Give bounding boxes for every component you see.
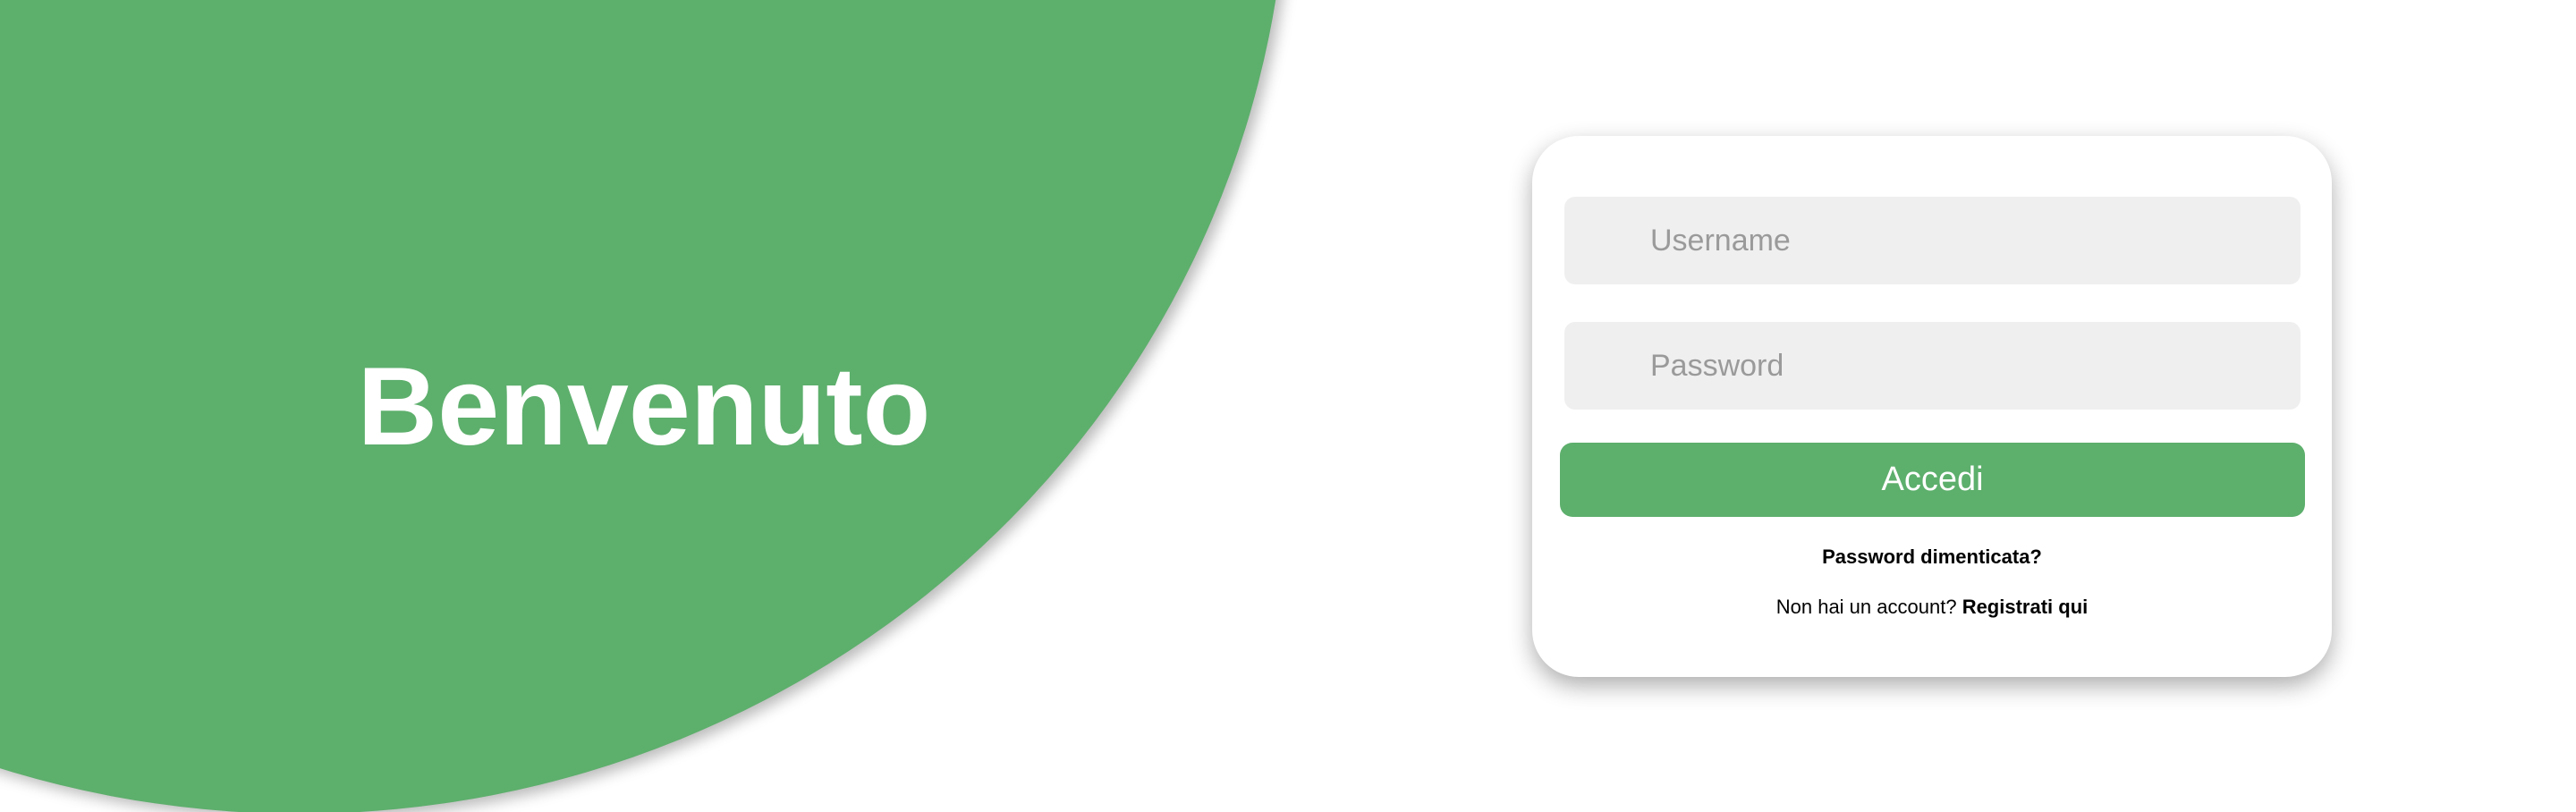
- user-icon: [1584, 197, 1606, 284]
- register-row: Non hai un account? Registrati qui: [1532, 593, 2332, 622]
- password-input[interactable]: [1564, 322, 2301, 410]
- register-link[interactable]: Registrati qui: [1962, 596, 2089, 618]
- lock-icon: [1584, 322, 1606, 410]
- username-input[interactable]: [1564, 197, 2301, 284]
- welcome-title: Benvenuto: [357, 345, 931, 469]
- register-prompt: Non hai un account?: [1775, 596, 1957, 618]
- forgot-password-link[interactable]: Password dimenticata?: [1532, 543, 2332, 571]
- login-page: Benvenuto Accedi Password dimenticata? N…: [0, 0, 2576, 812]
- login-card: Accedi Password dimenticata? Non hai un …: [1532, 136, 2332, 677]
- login-button[interactable]: Accedi: [1560, 443, 2305, 517]
